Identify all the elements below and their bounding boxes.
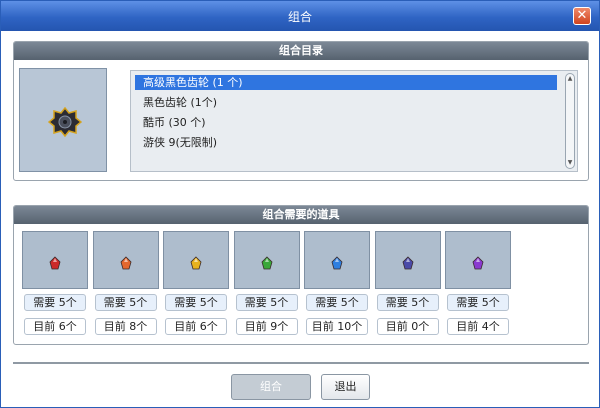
- indigo-gem-icon: [402, 256, 413, 270]
- item-preview: [19, 68, 107, 172]
- yellow-gem-icon: [190, 256, 202, 270]
- current-count: 目前 9个: [235, 318, 298, 335]
- green-gem-icon: [261, 256, 272, 270]
- required-count: 需要 5个: [94, 294, 157, 311]
- current-count: 目前 6个: [165, 318, 227, 335]
- required-count: 需要 5个: [165, 294, 227, 311]
- scroll-up-arrow-icon[interactable]: ▲: [566, 75, 574, 83]
- catalog-panel: 组合目录 高级黑色齿轮 (1 个) 黑色齿轮 (1个) 酷币 (30 个) 游侠…: [13, 41, 589, 181]
- item-slot[interactable]: [92, 231, 159, 289]
- catalog-item[interactable]: 高级黑色齿轮 (1 个): [135, 75, 557, 90]
- catalog-item[interactable]: 游侠 9(无限制): [143, 135, 217, 150]
- item-slot[interactable]: [304, 231, 370, 289]
- required-count: 需要 5个: [306, 294, 368, 311]
- requirements-header: 组合需要的道具: [14, 206, 588, 224]
- item-slot[interactable]: [445, 231, 511, 289]
- current-count: 目前 10个: [306, 318, 368, 335]
- title-bar: 组合 ✕: [1, 1, 599, 31]
- current-count: 目前 8个: [94, 318, 157, 335]
- exit-button[interactable]: 退出: [321, 374, 370, 400]
- red-gem-icon: [49, 256, 61, 270]
- catalog-header: 组合目录: [14, 42, 588, 60]
- item-slot[interactable]: [22, 231, 88, 289]
- requirements-panel: 组合需要的道具 需要 5个 目前 6个 需要 5个 目前 8个 需要 5个 目前 6个 需要…: [13, 205, 589, 345]
- orange-gem-icon: [120, 256, 131, 270]
- current-count: 目前 6个: [24, 318, 86, 335]
- catalog-list: 高级黑色齿轮 (1 个) 黑色齿轮 (1个) 酷币 (30 个) 游侠 9(无限…: [130, 70, 578, 172]
- purple-gem-icon: [472, 256, 484, 270]
- close-button[interactable]: ✕: [573, 7, 591, 25]
- blue-gem-icon: [331, 256, 343, 270]
- item-slot[interactable]: [233, 231, 300, 289]
- required-count: 需要 5个: [235, 294, 298, 311]
- current-count: 目前 4个: [447, 318, 509, 335]
- combine-button[interactable]: 组合: [231, 374, 311, 400]
- required-count: 需要 5个: [376, 294, 439, 311]
- item-slot[interactable]: [374, 231, 441, 289]
- catalog-item[interactable]: 黑色齿轮 (1个): [143, 95, 217, 110]
- divider: [13, 362, 589, 364]
- required-count: 需要 5个: [447, 294, 509, 311]
- current-count: 目前 0个: [376, 318, 439, 335]
- catalog-item[interactable]: 酷币 (30 个): [143, 115, 206, 130]
- combine-dialog: 组合 ✕ 组合目录 高级黑色齿轮 (1 个) 黑色齿轮 (1个) 酷币 (30 …: [0, 0, 600, 408]
- item-slot[interactable]: [163, 231, 229, 289]
- window-title: 组合: [287, 10, 312, 24]
- required-count: 需要 5个: [24, 294, 86, 311]
- black-gear-icon: [48, 107, 82, 137]
- list-scrollbar[interactable]: ▲ ▼: [565, 73, 575, 169]
- scroll-down-arrow-icon[interactable]: ▼: [566, 159, 574, 167]
